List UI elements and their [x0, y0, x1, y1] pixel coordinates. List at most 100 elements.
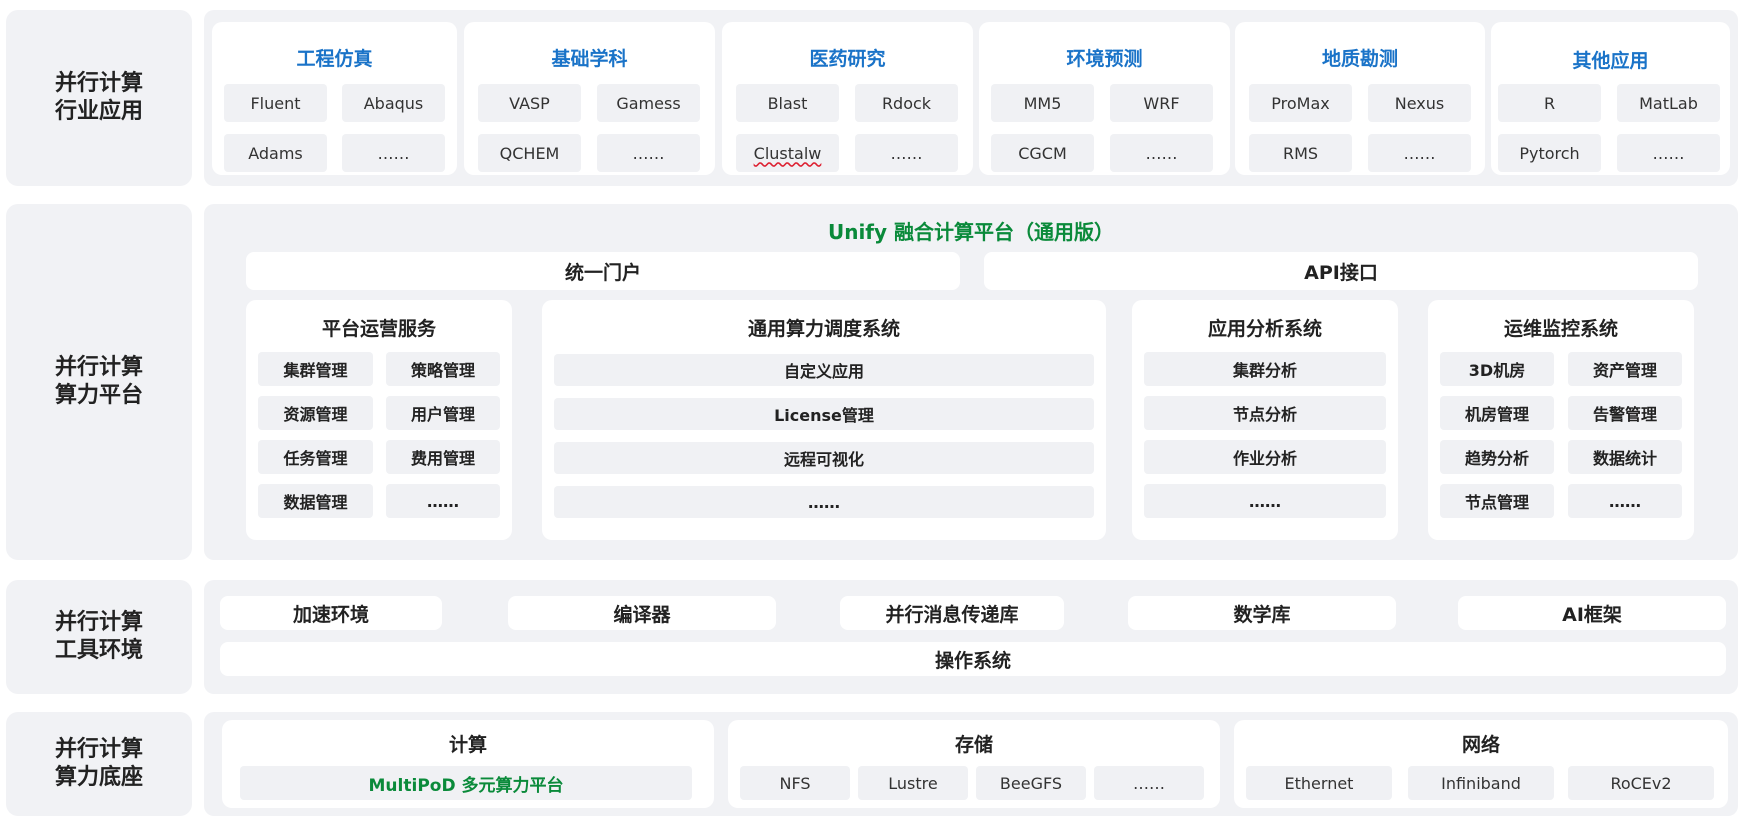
network-chip: Infiniband — [1408, 766, 1554, 800]
analysis-card: 应用分析系统 集群分析 节点分析 作业分析 …… — [1132, 300, 1398, 540]
api-bar: API接口 — [984, 252, 1698, 290]
app-category-environment: 环境预测 MM5 WRF CGCM …… — [979, 22, 1230, 175]
scheduler-chip: 自定义应用 — [554, 354, 1094, 386]
tool-compiler: 编译器 — [508, 596, 776, 630]
unified-portal-bar: 统一门户 — [246, 252, 960, 290]
app-chip: Abaqus — [342, 84, 445, 122]
app-category-title: 其他应用 — [1572, 50, 1649, 72]
analysis-title: 应用分析系统 — [1207, 318, 1322, 340]
analysis-chip: 集群分析 — [1144, 352, 1386, 386]
monitor-chip: 节点管理 — [1440, 484, 1554, 518]
network-card: 网络 Ethernet Infiniband RoCEv2 — [1234, 720, 1728, 808]
storage-chip: Lustre — [858, 766, 968, 800]
ops-service-title: 平台运营服务 — [321, 318, 436, 340]
layer-label-text: 并行计算 行业应用 — [54, 71, 143, 124]
app-chip: ProMax — [1249, 84, 1352, 122]
monitor-card: 运维监控系统 3D机房 资产管理 机房管理 告警管理 趋势分析 数据统计 节点管… — [1428, 300, 1694, 540]
app-chip: Blast — [736, 84, 839, 122]
storage-card: 存储 NFS Lustre BeeGFS …… — [728, 720, 1220, 808]
layer-label-text: 并行计算 工具环境 — [54, 610, 143, 663]
app-chip-label: Clustalw — [753, 143, 822, 163]
app-chip: …… — [1110, 134, 1213, 172]
layer-label-text: 并行计算 算力底座 — [54, 737, 143, 790]
scheduler-title: 通用算力调度系统 — [747, 318, 900, 340]
ops-chip: 任务管理 — [258, 440, 373, 474]
app-chip: …… — [1617, 134, 1720, 172]
ops-chip: 资源管理 — [258, 396, 373, 430]
layer-label-industry-apps: 并行计算 行业应用 — [6, 10, 192, 186]
app-chip: Nexus — [1368, 84, 1471, 122]
app-chip: …… — [1368, 134, 1471, 172]
tool-env-panel: 加速环境 编译器 并行消息传递库 数学库 AI框架 操作系统 — [204, 580, 1738, 694]
ops-chip: 用户管理 — [386, 396, 500, 430]
infrastructure-panel: 计算 MultiPoD 多元算力平台 存储 NFS Lustre BeeGFS … — [204, 712, 1738, 816]
app-category-title: 工程仿真 — [296, 48, 373, 70]
network-chip: Ethernet — [1246, 766, 1392, 800]
tool-accel-env: 加速环境 — [220, 596, 442, 630]
app-chip: …… — [855, 134, 958, 172]
industry-apps-panel: 工程仿真 Fluent Abaqus Adams …… 基础学科 VASP Ga… — [204, 10, 1738, 186]
app-category-medical: 医药研究 Blast Rdock Clustalw …… — [722, 22, 973, 175]
monitor-chip: 趋势分析 — [1440, 440, 1554, 474]
app-chip: RMS — [1249, 134, 1352, 172]
ops-chip: 集群管理 — [258, 352, 373, 386]
layer-label-tool-env: 并行计算 工具环境 — [6, 580, 192, 694]
multipod-platform-label: MultiPoD 多元算力平台 — [368, 775, 564, 796]
app-chip: CGCM — [991, 134, 1094, 172]
storage-chip: NFS — [740, 766, 850, 800]
operating-system-bar: 操作系统 — [220, 642, 1726, 676]
layer-label-compute-platform: 并行计算 算力平台 — [6, 204, 192, 560]
ops-chip: 策略管理 — [386, 352, 500, 386]
scheduler-chip: …… — [554, 486, 1094, 518]
app-chip: Gamess — [597, 84, 700, 122]
app-chip: …… — [597, 134, 700, 172]
monitor-chip: 资产管理 — [1568, 352, 1682, 386]
app-chip: Fluent — [224, 84, 327, 122]
analysis-chip: 作业分析 — [1144, 440, 1386, 474]
monitor-chip: 机房管理 — [1440, 396, 1554, 430]
network-chip: RoCEv2 — [1568, 766, 1714, 800]
monitor-chip: 3D机房 — [1440, 352, 1554, 386]
ops-chip: …… — [386, 484, 500, 518]
app-category-geology: 地质勘测 ProMax Nexus RMS …… — [1235, 22, 1485, 175]
monitor-title: 运维监控系统 — [1503, 318, 1618, 340]
app-category-title: 基础学科 — [551, 48, 628, 70]
app-chip: Adams — [224, 134, 327, 172]
scheduler-chip: 远程可视化 — [554, 442, 1094, 474]
app-category-title: 地质勘测 — [1321, 48, 1398, 70]
compute-platform-panel: Unify 融合计算平台（通用版） 统一门户 API接口 平台运营服务 集群管理… — [204, 204, 1738, 560]
layer-label-infrastructure: 并行计算 算力底座 — [6, 712, 192, 816]
tool-mpi-library: 并行消息传递库 — [840, 596, 1064, 630]
platform-title: Unify 融合计算平台（通用版） — [827, 220, 1115, 244]
app-chip: QCHEM — [478, 134, 581, 172]
ops-chip: 费用管理 — [386, 440, 500, 474]
ops-chip: 数据管理 — [258, 484, 373, 518]
app-chip: …… — [342, 134, 445, 172]
monitor-chip: 数据统计 — [1568, 440, 1682, 474]
tool-ai-framework: AI框架 — [1458, 596, 1726, 630]
scheduler-chip: License管理 — [554, 398, 1094, 430]
app-chip: MatLab — [1617, 84, 1720, 122]
app-category-title: 医药研究 — [809, 48, 886, 70]
network-title: 网络 — [1461, 734, 1500, 756]
compute-card: 计算 MultiPoD 多元算力平台 — [222, 720, 714, 808]
analysis-chip: …… — [1144, 484, 1386, 518]
tool-math-library: 数学库 — [1128, 596, 1396, 630]
storage-title: 存储 — [954, 734, 993, 756]
app-chip: Rdock — [855, 84, 958, 122]
app-chip: R — [1498, 84, 1601, 122]
app-category-engineering: 工程仿真 Fluent Abaqus Adams …… — [212, 22, 457, 175]
monitor-chip: 告警管理 — [1568, 396, 1682, 430]
app-category-title: 环境预测 — [1066, 48, 1143, 70]
app-chip: WRF — [1110, 84, 1213, 122]
app-chip: Clustalw — [736, 134, 839, 172]
ops-service-card: 平台运营服务 集群管理 策略管理 资源管理 用户管理 任务管理 费用管理 数据管… — [246, 300, 512, 540]
monitor-chip: …… — [1568, 484, 1682, 518]
app-category-basic-science: 基础学科 VASP Gamess QCHEM …… — [464, 22, 715, 175]
app-chip: MM5 — [991, 84, 1094, 122]
app-category-other: 其他应用 R MatLab Pytorch …… — [1491, 22, 1730, 175]
analysis-chip: 节点分析 — [1144, 396, 1386, 430]
app-chip: Pytorch — [1498, 134, 1601, 172]
layer-label-text: 并行计算 算力平台 — [54, 355, 143, 408]
scheduler-card: 通用算力调度系统 自定义应用 License管理 远程可视化 …… — [542, 300, 1106, 540]
